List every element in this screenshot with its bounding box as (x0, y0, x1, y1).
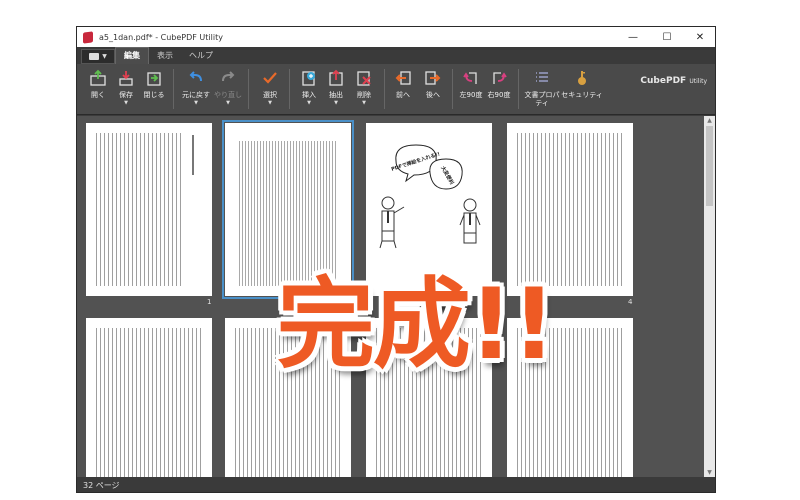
security-key-icon (578, 71, 586, 85)
speech-bubble-right: 大変便利 (429, 158, 463, 190)
chevron-down-icon: ▼ (334, 100, 338, 106)
page-number: 1 (207, 298, 212, 306)
close-file-button[interactable]: 閉じる (138, 67, 170, 113)
scrollbar-thumb[interactable] (706, 126, 713, 206)
ribbon-divider (173, 69, 174, 109)
completion-overlay-text: 完成!! (276, 268, 556, 382)
menu-bar: ▼ 編集 表示 ヘルプ (77, 47, 715, 64)
security-label: セキュリティ (561, 91, 603, 99)
chevron-down-icon: ▼ (307, 100, 311, 106)
move-forward-button[interactable]: 後へ (417, 67, 449, 113)
chevron-down-icon: ▼ (102, 53, 107, 60)
ribbon-divider (384, 69, 385, 109)
chevron-down-icon: ▼ (226, 100, 230, 106)
ribbon-divider (452, 69, 453, 109)
person-left-figure (379, 196, 405, 249)
select-label: 選択 (263, 91, 277, 99)
redo-icon (222, 71, 235, 82)
app-window: a5_1dan.pdf* - CubePDF Utility — ☐ ✕ ▼ 編… (76, 26, 716, 493)
brand-main: CubePDF (640, 76, 687, 86)
page-thumbnail[interactable] (86, 123, 212, 296)
page-text-lines (96, 328, 202, 477)
chevron-down-icon: ▼ (268, 100, 272, 106)
undo-button[interactable]: 元に戻す ▼ (180, 67, 212, 113)
folder-icon (89, 53, 100, 60)
open-label: 開く (91, 91, 105, 99)
status-bar: 32 ページ (77, 477, 715, 492)
maximize-button[interactable]: ☐ (651, 27, 683, 47)
redo-label: やり直し (214, 91, 242, 99)
chevron-down-icon: ▼ (194, 100, 198, 106)
undo-icon (189, 71, 202, 82)
page-thumbnail[interactable] (86, 318, 212, 477)
select-check-icon (263, 72, 277, 84)
insert-label: 挿入 (302, 91, 316, 99)
cubepdf-utility-logo: CubePDF Utility (640, 76, 707, 86)
document-properties-button[interactable]: 文書プロパティ (524, 67, 560, 113)
title-bar: a5_1dan.pdf* - CubePDF Utility — ☐ ✕ (77, 27, 715, 47)
tab-edit[interactable]: 編集 (115, 47, 149, 64)
page-count: 32 ページ (83, 480, 120, 490)
insert-icon (302, 71, 315, 86)
scroll-up-arrow-icon[interactable]: ▲ (704, 116, 715, 125)
rotate-left-label: 左90度 (459, 91, 483, 99)
save-label: 保存 (119, 91, 133, 99)
rotate-left-icon (463, 72, 477, 84)
extract-label: 抽出 (329, 91, 343, 99)
ribbon-divider (518, 69, 519, 109)
tab-help[interactable]: ヘルプ (181, 48, 221, 64)
undo-label: 元に戻す (182, 91, 210, 99)
rotate-right-icon (493, 72, 507, 84)
delete-icon (357, 71, 371, 86)
move-back-icon (395, 71, 411, 85)
properties-icon (536, 72, 548, 82)
chapter-heading (192, 135, 194, 175)
close-window-button[interactable]: ✕ (684, 27, 715, 47)
move-forward-icon (425, 71, 441, 85)
close-file-icon (147, 72, 161, 86)
ribbon-divider (248, 69, 249, 109)
file-menu-button[interactable]: ▼ (81, 49, 115, 64)
cubepdf-app-icon (83, 30, 93, 44)
security-button[interactable]: セキュリティ (561, 67, 603, 113)
save-icon (119, 71, 133, 86)
page-text-lines (96, 133, 182, 286)
rotate-right-button[interactable]: 右90度 (483, 67, 515, 113)
move-forward-label: 後へ (426, 91, 440, 99)
ribbon-toolbar: 開く 保存 ▼ 閉じる 元に戻す ▼ やり直し ▼ 選択 ▼ 挿入 ▼ 抽出 ▼… (77, 64, 715, 115)
extract-icon (329, 69, 343, 86)
document-properties-label: 文書プロパティ (524, 91, 560, 107)
page-number: 4 (628, 298, 633, 306)
redo-button[interactable]: やり直し ▼ (212, 67, 244, 113)
minimize-button[interactable]: — (617, 27, 649, 47)
open-icon (90, 69, 106, 86)
scroll-down-arrow-icon[interactable]: ▼ (704, 468, 715, 477)
chevron-down-icon: ▼ (362, 100, 366, 106)
delete-label: 削除 (357, 91, 371, 99)
tab-view[interactable]: 表示 (149, 48, 181, 64)
window-title: a5_1dan.pdf* - CubePDF Utility (99, 32, 223, 42)
delete-button[interactable]: 削除 ▼ (348, 67, 380, 113)
chevron-down-icon: ▼ (124, 100, 128, 106)
move-back-label: 前へ (396, 91, 410, 99)
rotate-right-label: 右90度 (487, 91, 511, 99)
close-file-label: 閉じる (143, 91, 165, 99)
ribbon-divider (289, 69, 290, 109)
vertical-scrollbar[interactable]: ▲ ▼ (704, 116, 715, 477)
person-right-figure (459, 198, 481, 244)
select-button[interactable]: 選択 ▼ (254, 67, 286, 113)
brand-sub: Utility (689, 78, 707, 85)
move-back-button[interactable]: 前へ (387, 67, 419, 113)
